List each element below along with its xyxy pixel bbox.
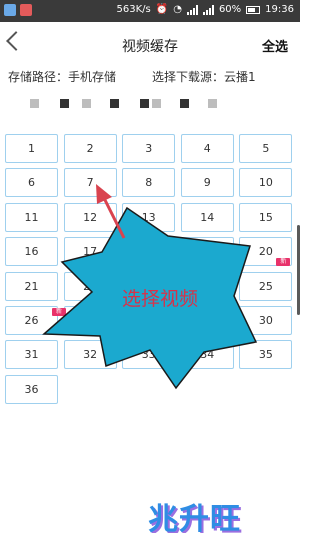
episode-button[interactable]: 31 xyxy=(5,340,58,370)
new-badge: 新 xyxy=(276,258,291,267)
new-badge: 新 xyxy=(52,308,66,316)
episode-button[interactable]: 9 xyxy=(180,168,234,198)
redaction-block xyxy=(110,99,119,108)
episode-button[interactable]: 13 xyxy=(122,202,176,232)
episode-button[interactable]: 1 xyxy=(5,134,58,163)
status-right: 563K/s ⏰ ◔ 60% 19:36 xyxy=(117,4,294,15)
episode-button[interactable]: 7 xyxy=(63,168,117,198)
episode-button[interactable]: 21 xyxy=(5,271,58,301)
scrollbar-thumb[interactable] xyxy=(297,225,300,315)
episode-button[interactable]: 14 xyxy=(180,202,234,232)
redaction-block xyxy=(30,99,39,108)
signal-icon xyxy=(186,4,198,15)
episode-button[interactable]: 36 xyxy=(5,374,58,404)
episode-button[interactable]: 16 xyxy=(5,237,58,267)
episode-button[interactable]: 4 xyxy=(180,134,234,163)
episode-button[interactable]: 35 xyxy=(239,340,293,370)
wifi-icon: ◔ xyxy=(173,4,182,15)
episode-button[interactable]: 11 xyxy=(5,202,58,232)
app-notification-icon xyxy=(4,4,16,16)
nav-bar: 视频缓存 全选 xyxy=(0,22,300,66)
episode-button[interactable]: 25 xyxy=(239,271,293,301)
episode-button[interactable]: 18 xyxy=(122,237,176,267)
episode-button[interactable]: 33 xyxy=(122,340,176,370)
status-app-icons xyxy=(4,4,32,16)
episode-button[interactable]: 19 xyxy=(180,237,234,267)
redaction-block xyxy=(208,99,217,108)
download-source[interactable]: 选择下载源：云播1 xyxy=(152,68,256,85)
episode-button[interactable]: 12 xyxy=(63,202,117,232)
clock: 19:36 xyxy=(265,4,294,15)
episode-button[interactable]: 8 xyxy=(122,168,176,198)
redaction-block xyxy=(140,99,149,108)
redaction-block xyxy=(152,99,161,108)
episode-button[interactable]: 3 xyxy=(122,134,176,163)
page-title: 视频缓存 xyxy=(122,39,178,55)
episode-button[interactable]: 10 xyxy=(239,168,293,198)
status-bar: 563K/s ⏰ ◔ 60% 19:36 xyxy=(0,0,300,22)
episode-button[interactable]: 26 xyxy=(5,306,58,335)
alarm-icon: ⏰ xyxy=(155,4,169,15)
episode-button[interactable]: 15 xyxy=(239,202,293,232)
episode-button[interactable]: 5 xyxy=(239,134,293,163)
episode-button[interactable]: 32 xyxy=(63,340,117,370)
network-speed: 563K/s xyxy=(116,4,151,15)
watermark-logo: 兆升旺 xyxy=(148,502,241,533)
redaction-block xyxy=(82,99,91,108)
storage-path[interactable]: 存储路径：手机存储 xyxy=(8,68,116,85)
signal-icon xyxy=(202,4,214,15)
battery-percent: 60% xyxy=(218,4,242,15)
app-notification-icon xyxy=(20,4,32,16)
select-all-button[interactable]: 全选 xyxy=(262,36,288,55)
annotation-label: 选择视频 xyxy=(121,288,198,310)
episode-button[interactable]: 17 xyxy=(63,237,117,267)
episode-button[interactable]: 30 xyxy=(239,306,293,335)
episode-button[interactable]: 2 xyxy=(63,134,117,163)
redacted-strip xyxy=(30,96,230,110)
battery-icon xyxy=(246,5,261,14)
episode-button[interactable]: 34 xyxy=(180,340,234,370)
redaction-block xyxy=(180,99,189,108)
redaction-block xyxy=(60,99,69,108)
episode-button[interactable]: 6 xyxy=(5,168,58,198)
